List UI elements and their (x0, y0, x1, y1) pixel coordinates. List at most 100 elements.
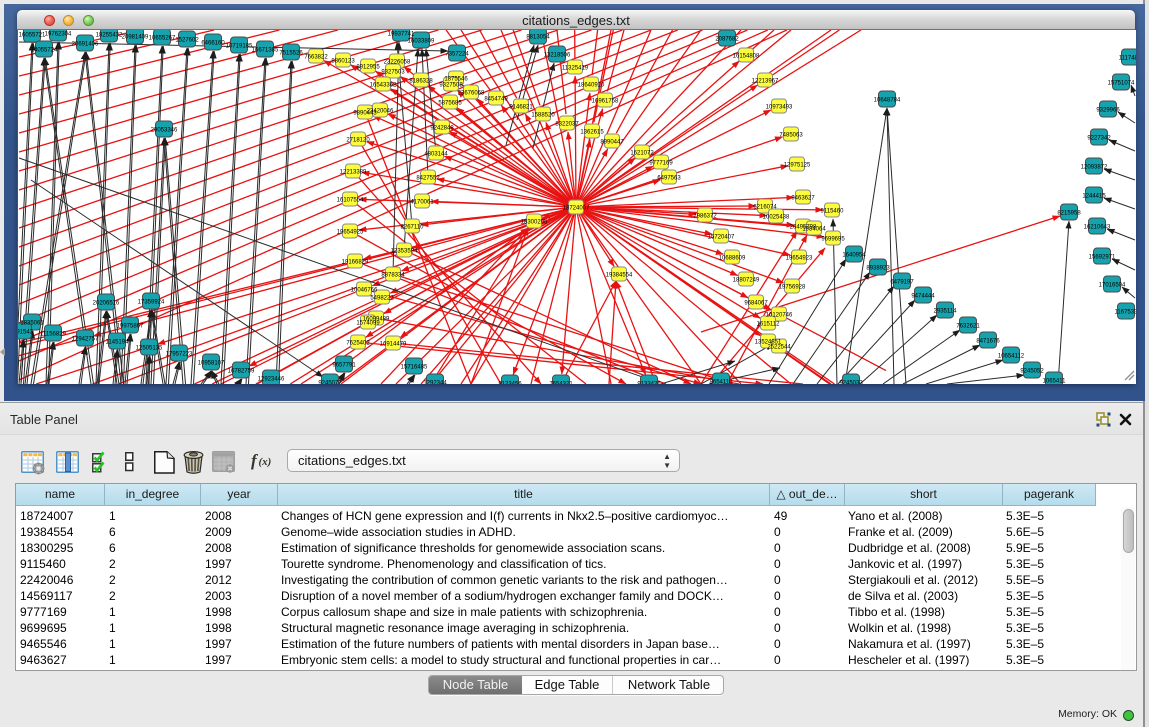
svg-text:16671385: 16671385 (252, 48, 279, 54)
svg-text:9463627: 9463627 (791, 196, 815, 202)
svg-text:9133426: 9133426 (637, 382, 661, 385)
svg-text:(x): (x) (259, 456, 272, 468)
svg-text:10654112: 10654112 (998, 354, 1025, 360)
svg-text:8215958: 8215958 (1057, 211, 1081, 217)
svg-text:11325419: 11325419 (562, 66, 589, 72)
svg-text:10688609: 10688609 (719, 256, 746, 262)
svg-text:8938923: 8938923 (866, 266, 890, 272)
svg-text:20981409: 20981409 (122, 35, 149, 41)
svg-text:5498222: 5498222 (370, 296, 394, 302)
svg-text:8912955: 8912955 (356, 65, 380, 71)
svg-text:6497563: 6497563 (657, 176, 681, 182)
svg-text:1244415: 1244415 (1082, 194, 1106, 200)
svg-text:7986372: 7986372 (693, 214, 717, 220)
svg-text:1065411: 1065411 (1043, 379, 1067, 385)
svg-text:16033809: 16033809 (408, 39, 435, 45)
svg-text:16210643: 16210643 (1084, 225, 1111, 231)
svg-text:1362615: 1362615 (580, 130, 604, 136)
svg-text:18300295: 18300295 (521, 220, 548, 226)
svg-text:8267110: 8267110 (401, 225, 425, 231)
svg-text:6216074: 6216074 (753, 205, 777, 211)
svg-text:12353594: 12353594 (391, 249, 418, 255)
svg-text:1574099: 1574099 (356, 321, 380, 327)
svg-text:7625402: 7625402 (346, 341, 370, 347)
svg-text:1615112: 1615112 (757, 322, 781, 328)
svg-text:1292344: 1292344 (423, 381, 447, 385)
svg-text:6466160: 6466160 (201, 41, 225, 47)
svg-text:8813054: 8813054 (526, 35, 550, 41)
svg-text:9327503: 9327503 (381, 70, 405, 76)
svg-text:10648784: 10648784 (874, 98, 901, 104)
svg-text:9657791: 9657791 (332, 363, 356, 369)
svg-text:6479197: 6479197 (890, 280, 914, 286)
svg-text:16914479: 16914479 (380, 342, 407, 348)
svg-text:18724007: 18724007 (563, 206, 590, 212)
svg-text:9684067: 9684067 (744, 301, 768, 307)
svg-text:8427552: 8427552 (416, 176, 440, 182)
svg-text:4803144: 4803144 (424, 152, 448, 158)
svg-text:8186328: 8186328 (409, 79, 433, 85)
svg-text:9245033: 9245033 (839, 381, 863, 385)
svg-text:4170061: 4170061 (410, 200, 434, 206)
svg-text:10025438: 10025438 (763, 215, 790, 221)
svg-text:2087682: 2087682 (715, 37, 739, 43)
svg-text:19384554: 19384554 (606, 273, 633, 279)
svg-text:1588520: 1588520 (531, 113, 555, 119)
svg-text:391543: 391543 (18, 330, 34, 336)
svg-text:7357224: 7357224 (445, 52, 469, 58)
svg-text:15720407: 15720407 (708, 235, 735, 241)
svg-text:1621072: 1621072 (630, 151, 654, 157)
svg-text:1640954: 1640954 (842, 253, 866, 259)
svg-text:16107554: 16107554 (337, 198, 364, 204)
svg-text:8860123: 8860123 (331, 59, 355, 65)
svg-text:19937741: 19937741 (388, 32, 415, 38)
svg-text:15716485: 15716485 (401, 365, 428, 371)
svg-text:1527602: 1527602 (175, 38, 199, 44)
svg-text:20691406: 20691406 (72, 42, 99, 48)
svg-text:12093872: 12093872 (1081, 165, 1108, 171)
svg-text:12213389: 12213389 (340, 170, 367, 176)
svg-text:8123456: 8123456 (498, 382, 522, 385)
svg-text:20206516: 20206516 (93, 301, 120, 307)
svg-text:10719185: 10719185 (226, 44, 253, 50)
svg-text:9474444: 9474444 (911, 294, 935, 300)
svg-text:8878334: 8878334 (381, 273, 405, 279)
svg-text:8471676: 8471676 (976, 339, 1000, 345)
svg-text:9777169: 9777169 (649, 161, 673, 167)
svg-text:18807249: 18807249 (733, 278, 760, 284)
svg-text:10973493: 10973493 (766, 105, 793, 111)
svg-text:29053346: 29053346 (151, 128, 178, 134)
svg-text:17957223: 17957223 (166, 352, 193, 358)
svg-text:9146821: 9146821 (509, 105, 533, 111)
svg-text:9327508: 9327508 (439, 83, 463, 89)
svg-text:10958107: 10958107 (198, 361, 225, 367)
svg-text:9329966: 9329966 (1096, 108, 1120, 114)
svg-text:9115460: 9115460 (821, 209, 845, 215)
svg-text:9890443: 9890443 (353, 111, 377, 117)
svg-text:9245072: 9245072 (318, 381, 342, 385)
svg-text:23676068: 23676068 (458, 91, 485, 97)
svg-text:7663822: 7663822 (304, 55, 328, 61)
svg-text:18255432: 18255432 (96, 33, 123, 39)
svg-text:16543362: 16543362 (370, 83, 397, 89)
svg-text:1984064: 1984064 (802, 227, 826, 233)
svg-text:16961758: 16961758 (592, 99, 619, 105)
svg-text:1117482: 1117482 (1119, 56, 1136, 62)
svg-text:8322037: 8322037 (555, 122, 579, 128)
svg-text:12923446: 12923446 (258, 377, 285, 383)
svg-text:7485063: 7485063 (779, 133, 803, 139)
svg-text:19762304: 19762304 (45, 32, 72, 38)
svg-text:19975867: 19975867 (117, 324, 144, 330)
svg-text:10046766: 10046766 (351, 288, 378, 294)
svg-text:16782759: 16782759 (228, 369, 255, 375)
svg-text:19166829: 19166829 (342, 260, 369, 266)
svg-text:1835061: 1835061 (20, 321, 44, 327)
svg-text:10655267: 10655267 (149, 36, 176, 42)
svg-text:10120746: 10120746 (766, 313, 793, 319)
svg-text:15751074: 15751074 (1108, 81, 1135, 87)
svg-text:2718120: 2718120 (346, 138, 370, 144)
svg-text:19654923: 19654923 (786, 256, 813, 262)
svg-text:2522544: 2522544 (767, 345, 791, 351)
svg-text:7515526: 7515526 (279, 51, 303, 57)
svg-text:9242848: 9242848 (430, 126, 454, 132)
